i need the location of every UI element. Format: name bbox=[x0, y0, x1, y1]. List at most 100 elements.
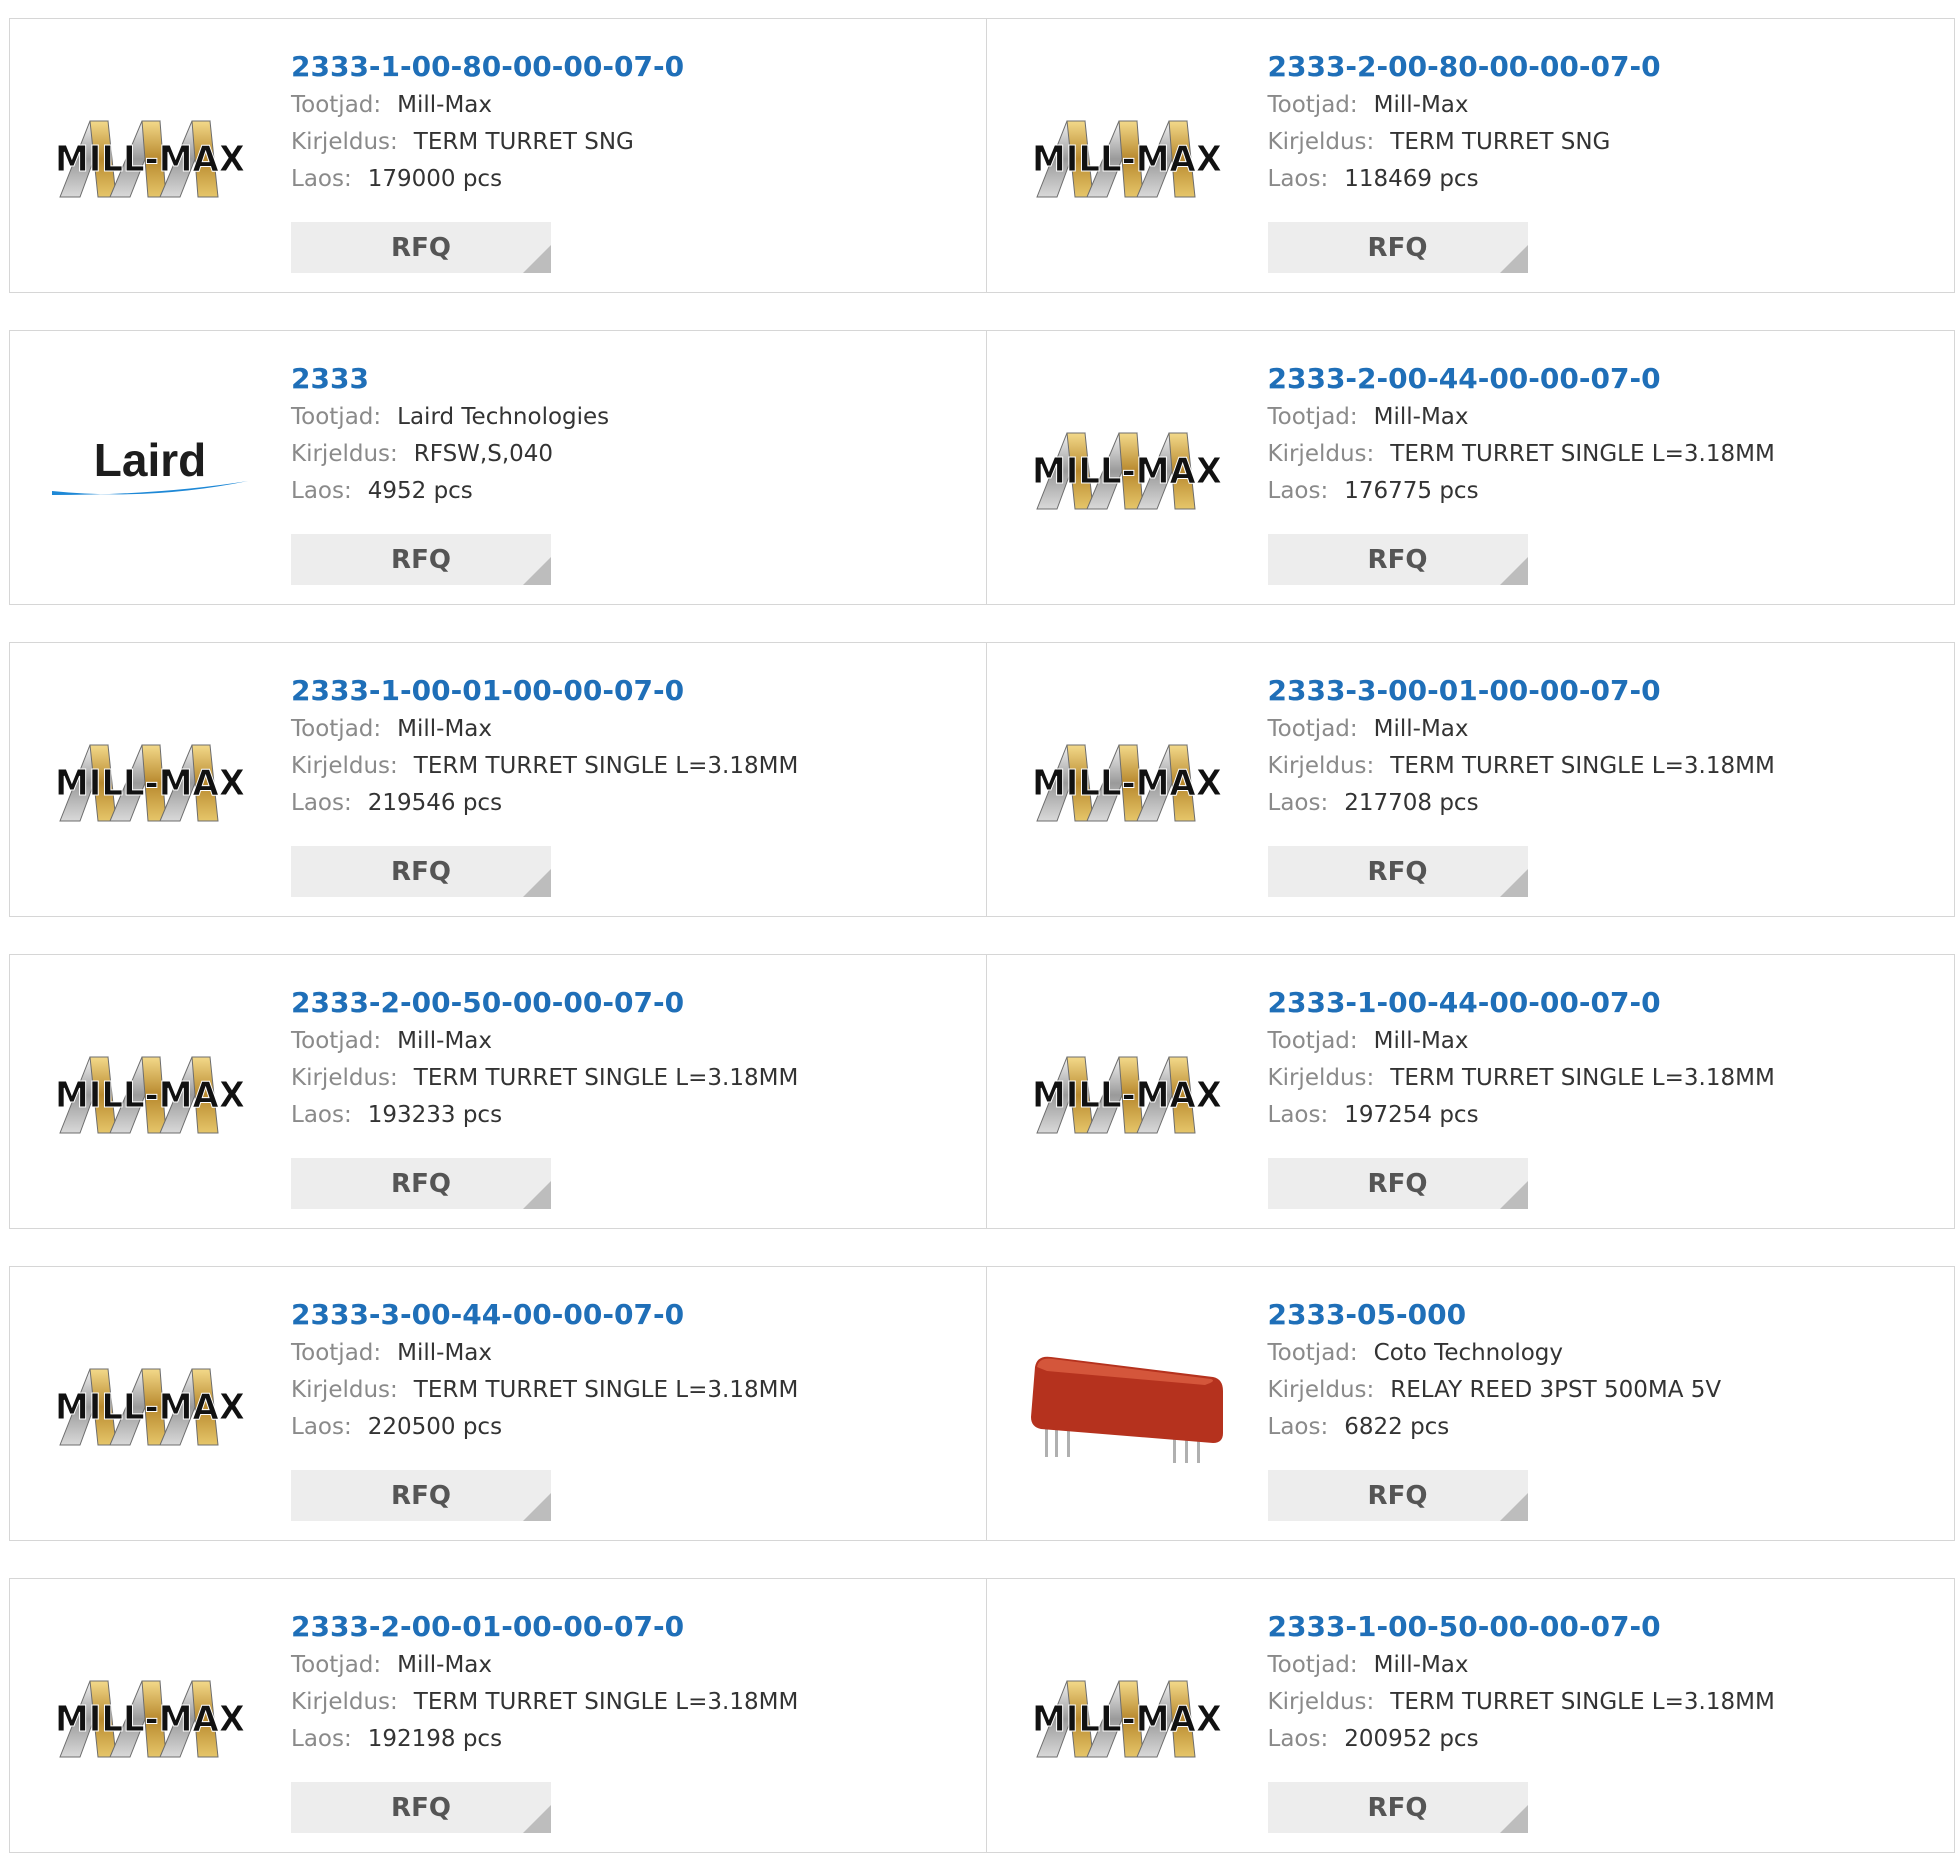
logo-wordmark: MILL-MAX bbox=[55, 139, 245, 180]
rfq-corner bbox=[1500, 1493, 1528, 1521]
description-line: Kirjeldus:TERM TURRET SINGLE L=3.18MM bbox=[1268, 436, 1928, 473]
maker-value: Mill-Max bbox=[397, 92, 492, 118]
rfq-button[interactable]: RFQ bbox=[291, 1158, 551, 1209]
description-line: Kirjeldus: TERM TURRET SINGLE L=3.18MM bbox=[1268, 1060, 1928, 1097]
stock-value: 217708 pcs bbox=[1344, 790, 1478, 816]
part-number-link[interactable]: 2333-3-00-01-00-00-07-0 bbox=[1268, 671, 1928, 711]
rfq-corner bbox=[523, 1181, 551, 1209]
product-row: Laird 2333 Tootjad:Laird Technologies Ki… bbox=[9, 330, 1955, 605]
stock-label: Laos: bbox=[291, 1726, 352, 1752]
maker-line: Tootjad:Mill-Max bbox=[291, 711, 951, 748]
part-number-link[interactable]: 2333-2-00-44-00-00-07-0 bbox=[1268, 359, 1928, 399]
stock-label: Laos: bbox=[1268, 478, 1329, 504]
product-info: 2333-1-00-50-00-00-07-0 Tootjad:Mill-Max… bbox=[1268, 1607, 1928, 1758]
description-label: Kirjeldus: bbox=[1268, 753, 1375, 779]
description-line: Kirjeldus:RFSW,S,040 bbox=[291, 436, 951, 473]
rfq-button[interactable]: RFQ bbox=[1268, 1782, 1528, 1833]
description-line: Kirjeldus:TERM TURRET SNG bbox=[1268, 124, 1928, 161]
logo-wordmark: MILL-MAX bbox=[55, 763, 245, 804]
stock-value: 220500 pcs bbox=[368, 1414, 502, 1440]
product-row: MILL-MAX 2333-3-00-44-00-00-07-0 Tootjad… bbox=[9, 1266, 1955, 1541]
product-info: 2333-2-00-50-00-00-07-0 Tootjad:Mill-Max… bbox=[291, 983, 951, 1134]
rfq-button[interactable]: RFQ bbox=[1268, 1158, 1528, 1209]
maker-label: Tootjad: bbox=[291, 404, 381, 430]
part-number-link[interactable]: 2333-2-00-80-00-00-07-0 bbox=[1268, 47, 1928, 87]
rfq-button[interactable]: RFQ bbox=[291, 534, 551, 585]
description-label: Kirjeldus: bbox=[291, 753, 398, 779]
maker-line: Tootjad:Laird Technologies bbox=[291, 399, 951, 436]
maker-line: Tootjad:Mill-Max bbox=[1268, 711, 1928, 748]
stock-label: Laos: bbox=[291, 1414, 352, 1440]
description-value: TERM TURRET SINGLE L=3.18MM bbox=[414, 1377, 799, 1403]
manufacturer-logo: MILL-MAX bbox=[1027, 1045, 1227, 1145]
product-row: MILL-MAX 2333-1-00-80-00-00-07-0 Tootjad… bbox=[9, 18, 1955, 293]
description-label: Kirjeldus: bbox=[291, 129, 398, 155]
stock-value: 4952 pcs bbox=[368, 478, 473, 504]
description-value: TERM TURRET SINGLE L=3.18MM bbox=[414, 753, 799, 779]
maker-line: Tootjad:Mill-Max bbox=[291, 1647, 951, 1684]
stock-value: 6822 pcs bbox=[1344, 1414, 1449, 1440]
rfq-button[interactable]: RFQ bbox=[291, 222, 551, 273]
product-info: 2333-1-00-01-00-00-07-0 Tootjad:Mill-Max… bbox=[291, 671, 951, 822]
product-card: MILL-MAX 2333-1-00-50-00-00-07-0 Tootjad… bbox=[987, 1578, 1955, 1853]
part-number-link[interactable]: 2333 bbox=[291, 359, 951, 399]
part-number-link[interactable]: 2333-05-000 bbox=[1268, 1295, 1928, 1335]
part-number-link[interactable]: 2333-1-00-44-00-00-07-0 bbox=[1268, 983, 1928, 1023]
product-row: MILL-MAX 2333-2-00-50-00-00-07-0 Tootjad… bbox=[9, 954, 1955, 1229]
product-card: 2333-05-000 Tootjad:Coto Technology Kirj… bbox=[987, 1266, 1955, 1541]
part-number-link[interactable]: 2333-1-00-50-00-00-07-0 bbox=[1268, 1607, 1928, 1647]
part-number-link[interactable]: 2333-2-00-50-00-00-07-0 bbox=[291, 983, 951, 1023]
rfq-button[interactable]: RFQ bbox=[291, 1782, 551, 1833]
description-value: TERM TURRET SINGLE L=3.18MM bbox=[1390, 1065, 1775, 1091]
rfq-label: RFQ bbox=[391, 233, 451, 263]
rfq-button[interactable]: RFQ bbox=[291, 1470, 551, 1521]
product-info: 2333-2-00-80-00-00-07-0 Tootjad:Mill-Max… bbox=[1268, 47, 1928, 198]
description-line: Kirjeldus:TERM TURRET SINGLE L=3.18MM bbox=[291, 1372, 951, 1409]
rfq-label: RFQ bbox=[1368, 857, 1428, 887]
maker-value: Coto Technology bbox=[1374, 1340, 1563, 1366]
maker-line: Tootjad:Mill-Max bbox=[1268, 1647, 1928, 1684]
stock-label: Laos: bbox=[1268, 790, 1329, 816]
maker-label: Tootjad: bbox=[1268, 92, 1358, 118]
description-label: Kirjeldus: bbox=[291, 441, 398, 467]
maker-line: Tootjad:Mill-Max bbox=[1268, 87, 1928, 124]
part-number-link[interactable]: 2333-3-00-44-00-00-07-0 bbox=[291, 1295, 951, 1335]
rfq-label: RFQ bbox=[391, 1169, 451, 1199]
product-row: MILL-MAX 2333-1-00-01-00-00-07-0 Tootjad… bbox=[9, 642, 1955, 917]
stock-value: 118469 pcs bbox=[1344, 166, 1478, 192]
maker-label: Tootjad: bbox=[1268, 1028, 1358, 1054]
stock-line: Laos: 220500 pcs bbox=[291, 1409, 951, 1446]
rfq-button[interactable]: RFQ bbox=[1268, 534, 1528, 585]
description-line: Kirjeldus: TERM TURRET SINGLE L=3.18MM bbox=[1268, 748, 1928, 785]
rfq-button[interactable]: RFQ bbox=[1268, 846, 1528, 897]
description-value: TERM TURRET SINGLE L=3.18MM bbox=[1390, 753, 1775, 779]
maker-line: Tootjad:Mill-Max bbox=[291, 1335, 951, 1372]
rfq-button[interactable]: RFQ bbox=[1268, 222, 1528, 273]
product-info: 2333 Tootjad:Laird Technologies Kirjeldu… bbox=[291, 359, 951, 510]
rfq-corner bbox=[1500, 245, 1528, 273]
product-grid: MILL-MAX 2333-1-00-80-00-00-07-0 Tootjad… bbox=[0, 0, 1955, 1833]
maker-value: Mill-Max bbox=[1374, 404, 1469, 430]
maker-label: Tootjad: bbox=[1268, 404, 1358, 430]
stock-line: Laos:4952 pcs bbox=[291, 473, 951, 510]
part-number-link[interactable]: 2333-2-00-01-00-00-07-0 bbox=[291, 1607, 951, 1647]
maker-value: Mill-Max bbox=[1374, 716, 1469, 742]
rfq-button[interactable]: RFQ bbox=[291, 846, 551, 897]
product-card: MILL-MAX 2333-2-00-01-00-00-07-0 Tootjad… bbox=[9, 1578, 987, 1853]
rfq-label: RFQ bbox=[391, 1793, 451, 1823]
maker-line: Tootjad:Mill-Max bbox=[291, 1023, 951, 1060]
maker-value: Mill-Max bbox=[1374, 1652, 1469, 1678]
logo-wordmark: Laird bbox=[94, 434, 206, 486]
part-number-link[interactable]: 2333-1-00-01-00-00-07-0 bbox=[291, 671, 951, 711]
maker-label: Tootjad: bbox=[291, 92, 381, 118]
product-info: 2333-05-000 Tootjad:Coto Technology Kirj… bbox=[1268, 1295, 1928, 1446]
description-label: Kirjeldus: bbox=[1268, 1065, 1375, 1091]
rfq-corner bbox=[523, 1805, 551, 1833]
logo-wordmark: MILL-MAX bbox=[55, 1699, 245, 1740]
logo-wordmark: MILL-MAX bbox=[55, 1075, 245, 1116]
rfq-button[interactable]: RFQ bbox=[1268, 1470, 1528, 1521]
stock-line: Laos:192198 pcs bbox=[291, 1721, 951, 1758]
rfq-corner bbox=[1500, 557, 1528, 585]
stock-line: Laos:118469 pcs bbox=[1268, 161, 1928, 198]
part-number-link[interactable]: 2333-1-00-80-00-00-07-0 bbox=[291, 47, 951, 87]
